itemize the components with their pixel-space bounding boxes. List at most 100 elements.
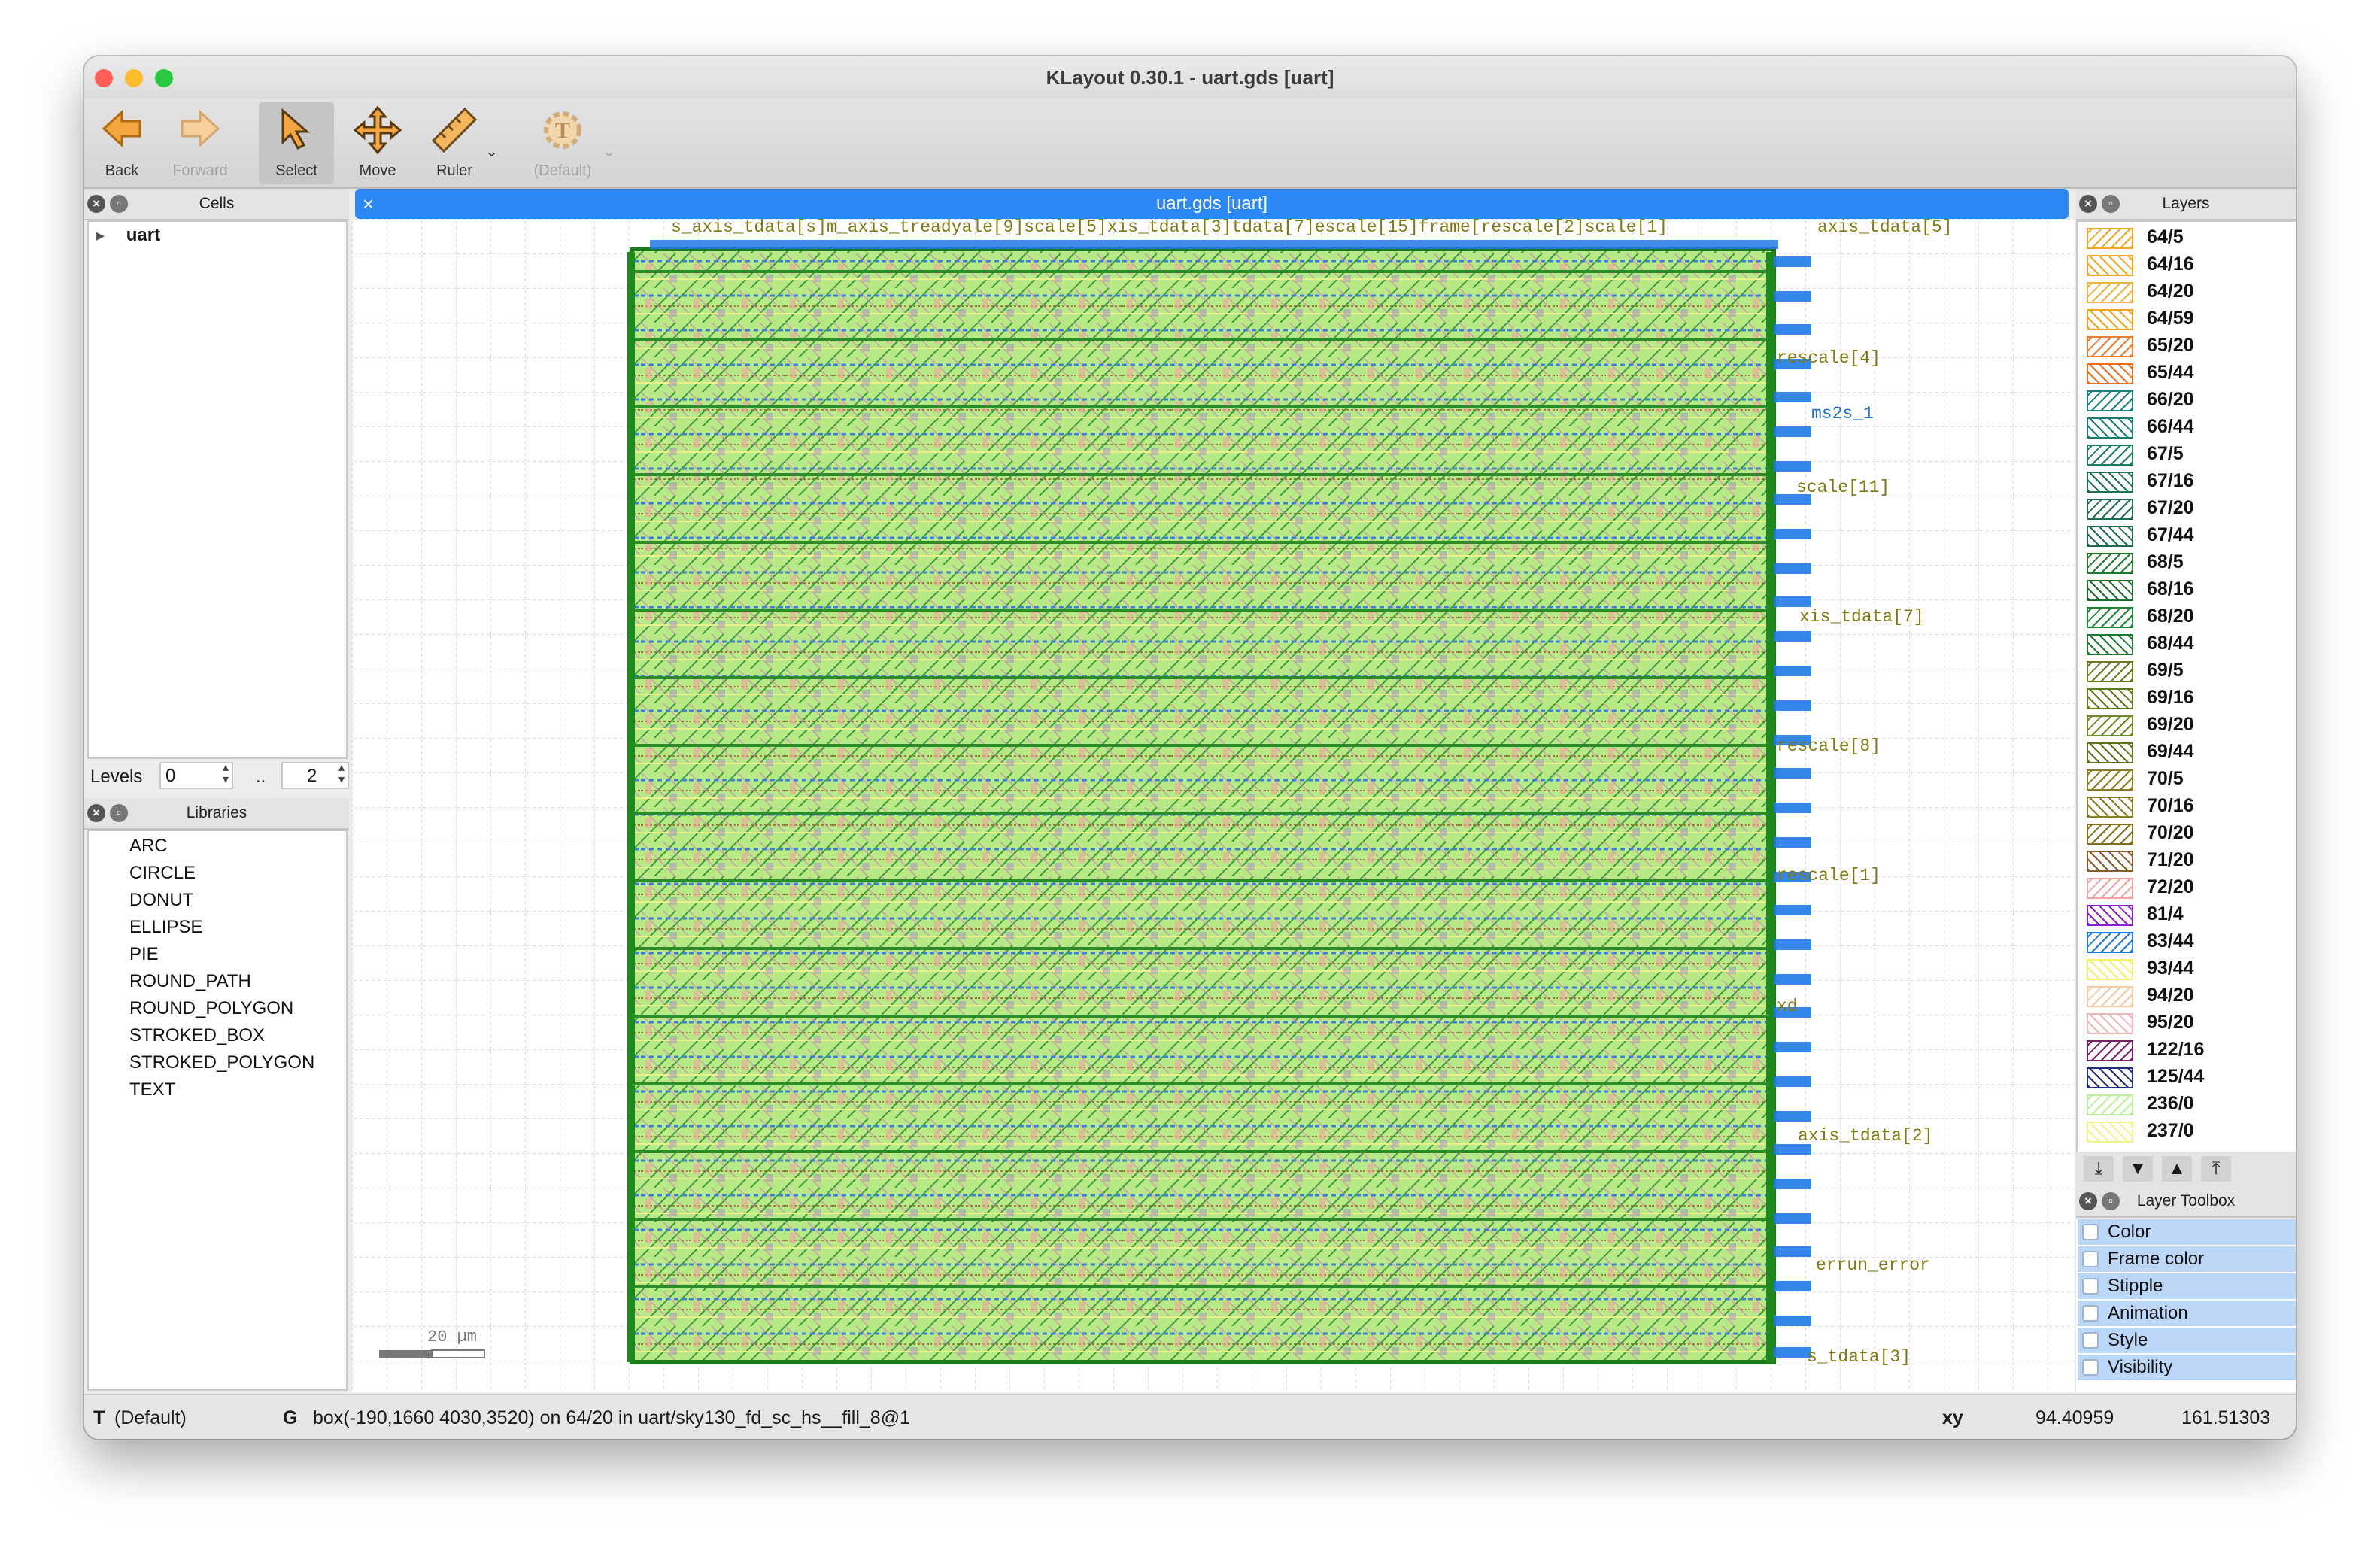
layer-swatch-icon — [2087, 526, 2133, 547]
libraries-close-icon[interactable]: × — [87, 804, 105, 822]
library-item[interactable]: DONUT — [129, 890, 193, 911]
libraries-panel-header: × ▫ Libraries — [84, 798, 349, 830]
default-text-label: (Default) — [533, 162, 592, 179]
back-button[interactable]: Back — [84, 102, 159, 184]
layers-float-icon[interactable]: ▫ — [2102, 195, 2120, 213]
cells-float-icon[interactable]: ▫ — [110, 195, 128, 213]
expand-checkbox[interactable] — [2082, 1332, 2099, 1349]
layer-swatch-icon — [2087, 607, 2133, 628]
ruler-dropdown-chevron-icon[interactable]: ⌄ — [485, 142, 498, 161]
forward-arrow-icon — [181, 109, 220, 148]
expand-checkbox[interactable] — [2082, 1278, 2099, 1295]
default-dropdown-chevron-icon[interactable]: ⌄ — [603, 142, 615, 161]
klayout-window: KLayout 0.30.1 - uart.gds [uart] Back Fo… — [84, 56, 2296, 1439]
toolbox-float-icon[interactable]: ▫ — [2102, 1192, 2120, 1210]
layer-name: 69/44 — [2147, 741, 2194, 762]
expand-checkbox[interactable] — [2082, 1251, 2099, 1267]
select-button[interactable]: Select — [259, 102, 334, 184]
layer-swatch-icon — [2087, 824, 2133, 845]
expand-chevron-icon[interactable]: ▸ — [96, 226, 105, 244]
layer-swatch-icon — [2087, 1040, 2133, 1061]
cell-tree-item-uart[interactable]: ▸ uart — [96, 225, 160, 246]
toolbox-item-label: Frame color — [2108, 1249, 2205, 1269]
library-item[interactable]: PIE — [129, 944, 159, 965]
layer-name: 70/20 — [2147, 822, 2194, 843]
expand-checkbox[interactable] — [2082, 1224, 2099, 1240]
ruler-button[interactable]: Ruler ⌄ — [417, 102, 498, 184]
library-item[interactable]: STROKED_BOX — [129, 1025, 265, 1046]
pin-label: rescale[1] — [1777, 866, 1881, 885]
layer-swatch-icon — [2087, 932, 2133, 953]
levels-to-input[interactable]: 2 ▴ ▾ — [281, 762, 349, 789]
library-item[interactable]: ELLIPSE — [129, 917, 202, 938]
cells-panel-title: Cells — [199, 195, 235, 212]
layer-swatch-icon — [2087, 797, 2133, 818]
layout-drawing — [352, 219, 2075, 1392]
layer-name: 65/44 — [2147, 362, 2194, 383]
y-coordinate: 161.51303 — [2181, 1407, 2271, 1428]
toolbox-close-icon[interactable]: × — [2079, 1192, 2097, 1210]
close-window-button[interactable] — [95, 69, 113, 87]
toolbox-item-label: Color — [2108, 1222, 2151, 1242]
cell-name: uart — [126, 225, 161, 245]
top-pin-labels: s_axis_tdata[s]m_axis_treadyale[9]scale[… — [671, 219, 1668, 237]
minimize-window-button[interactable] — [125, 69, 143, 87]
move-layer-down-icon[interactable]: ▼ — [2123, 1156, 2153, 1182]
default-text-button[interactable]: T (Default) ⌄ — [518, 102, 615, 184]
levels-label: Levels — [90, 766, 143, 787]
expand-checkbox[interactable] — [2082, 1359, 2099, 1376]
toolbar: Back Forward Select Move Ruler ⌄ T (Defa… — [84, 99, 2296, 189]
library-item[interactable]: ARC — [129, 836, 168, 857]
library-item[interactable]: TEXT — [129, 1079, 175, 1100]
move-layer-top-icon[interactable]: ⤒ — [2201, 1156, 2231, 1182]
tab-close-icon[interactable]: × — [363, 189, 374, 219]
toolbox-color[interactable]: Color — [2078, 1219, 2296, 1246]
layer-name: 64/59 — [2147, 308, 2194, 329]
libraries-panel-title: Libraries — [186, 804, 247, 821]
layer-swatch-icon — [2087, 580, 2133, 601]
toolbox-style[interactable]: Style — [2078, 1328, 2296, 1355]
forward-button[interactable]: Forward — [162, 102, 238, 184]
xy-label: xy — [1942, 1407, 1963, 1428]
layer-swatch-icon — [2087, 282, 2133, 303]
toolbox-stipple[interactable]: Stipple — [2078, 1273, 2296, 1301]
toolbox-animation[interactable]: Animation — [2078, 1301, 2296, 1328]
layer-name: 65/20 — [2147, 335, 2194, 356]
layer-swatch-icon — [2087, 499, 2133, 520]
zoom-window-button[interactable] — [155, 69, 173, 87]
layer-name: 69/16 — [2147, 687, 2194, 708]
layers-close-icon[interactable]: × — [2079, 195, 2097, 213]
move-layer-up-icon[interactable]: ▲ — [2162, 1156, 2192, 1182]
cell-tree[interactable]: ▸ uart — [87, 220, 348, 759]
layer-swatch-icon — [2087, 661, 2133, 682]
move-layer-bottom-icon[interactable]: ⤓ — [2084, 1156, 2114, 1182]
library-item[interactable]: CIRCLE — [129, 863, 196, 884]
layer-name: 64/16 — [2147, 253, 2194, 275]
cells-panel-header: × ▫ Cells — [84, 189, 349, 220]
layer-name: 66/44 — [2147, 416, 2194, 437]
top-right-pin-label: axis_tdata[5] — [1817, 219, 1953, 237]
toolbox-visibility[interactable]: Visibility — [2078, 1355, 2296, 1382]
cells-close-icon[interactable]: × — [87, 195, 105, 213]
toolbox-frame-color[interactable]: Frame color — [2078, 1246, 2296, 1273]
layer-swatch-icon — [2087, 390, 2133, 411]
library-item[interactable]: ROUND_PATH — [129, 971, 251, 992]
library-item[interactable]: STROKED_POLYGON — [129, 1052, 314, 1073]
expand-checkbox[interactable] — [2082, 1305, 2099, 1322]
mode-key: T — [93, 1407, 105, 1428]
levels-from-input[interactable]: 0 ▴ ▾ — [159, 762, 233, 789]
libraries-float-icon[interactable]: ▫ — [110, 804, 128, 822]
layer-toolbox-title: Layer Toolbox — [2136, 1192, 2236, 1210]
pin-label: axis_tdata[2] — [1798, 1126, 1933, 1146]
move-button[interactable]: Move — [340, 102, 415, 184]
toolbox-item-label: Visibility — [2108, 1357, 2173, 1377]
levels-from-stepper-icon[interactable]: ▴ ▾ — [223, 762, 229, 786]
levels-from-value: 0 — [165, 766, 176, 786]
library-item[interactable]: ROUND_POLYGON — [129, 998, 293, 1019]
library-list[interactable]: ARC CIRCLE DONUT ELLIPSE PIE ROUND_PATH … — [87, 830, 348, 1391]
layout-tab[interactable]: × uart.gds [uart] — [355, 189, 2069, 219]
layout-canvas[interactable]: s_axis_tdata[s]m_axis_treadyale[9]scale[… — [352, 219, 2075, 1392]
layer-list[interactable]: 64/5 64/16 64/20 64/59 65/20 65/44 66/20 66/44 6… — [2076, 220, 2296, 1155]
levels-to-stepper-icon[interactable]: ▴ ▾ — [338, 762, 345, 786]
layer-name: 125/44 — [2147, 1066, 2205, 1087]
